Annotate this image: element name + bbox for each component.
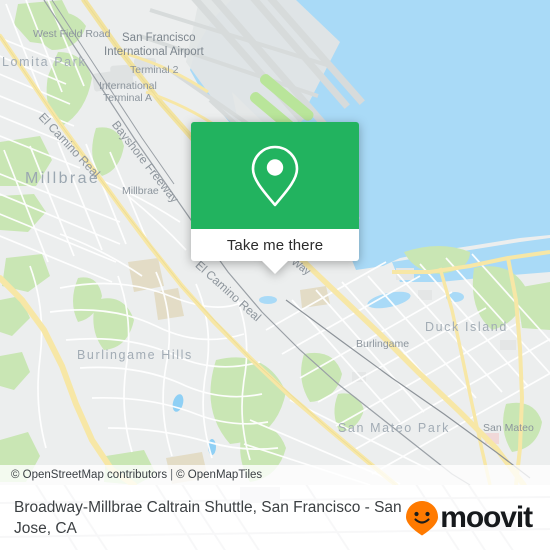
moovit-logo[interactable]: moovit [405, 500, 533, 536]
take-me-there-button[interactable]: Take me there [227, 237, 323, 254]
page-footer: Broadway-Millbrae Caltrain Shuttle, San … [0, 485, 550, 550]
attribution-separator: | [170, 469, 174, 481]
map-canvas[interactable]: West Field Road Lomita Park San Francisc… [0, 0, 550, 485]
popup-pointer [262, 261, 288, 274]
moovit-map-page: West Field Road Lomita Park San Francisc… [0, 0, 550, 550]
attribution-osm[interactable]: © OpenStreetMap contributors [11, 469, 167, 481]
map-popup-card[interactable]: Take me there [191, 122, 359, 274]
popup-action-bar[interactable]: Take me there [191, 229, 359, 261]
attribution-openmaptiles[interactable]: © OpenMapTiles [176, 469, 262, 481]
map-pin-icon [251, 145, 299, 206]
map-attribution: © OpenStreetMap contributors | © OpenMap… [0, 465, 550, 485]
moovit-pin-icon [406, 500, 439, 535]
footer-content: Broadway-Millbrae Caltrain Shuttle, San … [0, 485, 550, 550]
popup-image-panel [191, 122, 359, 229]
moovit-wordmark: moovit [440, 500, 533, 534]
page-title: Broadway-Millbrae Caltrain Shuttle, San … [14, 498, 402, 537]
